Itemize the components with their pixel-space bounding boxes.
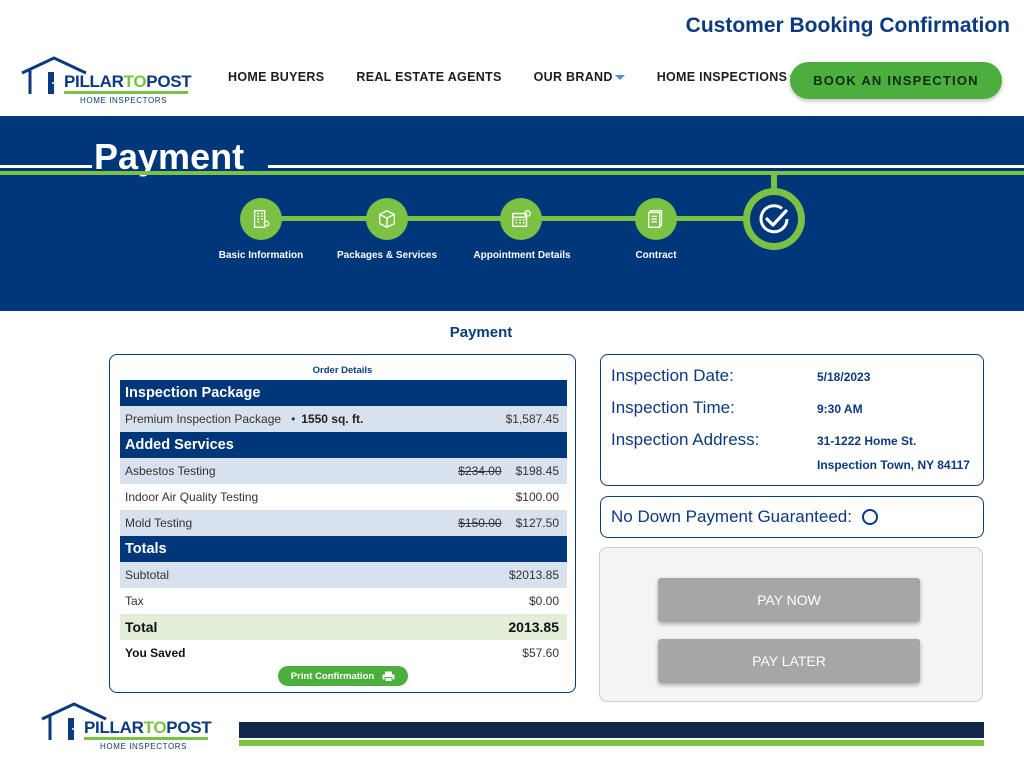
pay-now-button[interactable]: PAY NOW <box>658 578 920 622</box>
totals-header: Totals <box>120 536 567 562</box>
payment-actions-card: PAY NOW PAY LATER <box>599 547 983 702</box>
inspection-address-line1: 31-1222 Home St. <box>817 434 917 448</box>
print-confirmation-label: Print Confirmation <box>290 670 375 682</box>
package-price: $1,587.45 <box>505 412 559 426</box>
service-name: Mold Testing <box>125 516 193 530</box>
service-price: $127.50 <box>515 516 559 530</box>
inspection-address-label: Inspection Address: <box>611 430 760 449</box>
step-payment-inner <box>750 195 798 243</box>
chevron-down-icon <box>614 75 625 81</box>
package-name: Premium Inspection Package <box>125 412 282 426</box>
inspection-time-value: 9:30 AM <box>817 402 863 416</box>
service-original-price: $150.00 <box>458 516 502 530</box>
nav-home-inspections-label: HOME INSPECTIONS <box>656 70 788 84</box>
section-title: Payment <box>449 324 513 341</box>
step-payment-complete <box>743 188 805 250</box>
subtotal-label: Subtotal <box>125 568 170 582</box>
subtotal-value: $2013.85 <box>508 568 559 582</box>
tax-label: Tax <box>125 594 144 608</box>
main-nav: HOME BUYERS REAL ESTATE AGENTS OUR BRAND… <box>228 70 800 84</box>
page-heading: Customer Booking Confirmation <box>685 14 1010 37</box>
tax-value: $0.00 <box>528 594 559 608</box>
service-price: $198.45 <box>515 464 559 478</box>
brand-underline <box>84 737 208 740</box>
subtotal-row: Subtotal $2013.85 <box>120 562 567 588</box>
service-row: Mold Testing $150.00 $127.50 <box>120 510 567 536</box>
nav-our-brand[interactable]: OUR BRAND <box>534 70 625 84</box>
total-row: Total 2013.85 <box>120 614 567 640</box>
calendar-icon <box>512 210 531 228</box>
inspection-address-line2: Inspection Town, NY 84117 <box>817 458 970 472</box>
order-details-title: Order Details <box>312 365 373 376</box>
footer-bar <box>239 722 984 738</box>
you-saved-row: You Saved $57.60 <box>120 640 567 666</box>
brand-underline <box>64 91 188 94</box>
brand-tagline: HOME INSPECTORS <box>80 96 168 105</box>
inspection-time-label: Inspection Time: <box>611 398 735 417</box>
inspection-package-header: Inspection Package <box>120 380 567 406</box>
nav-real-estate-agents[interactable]: REAL ESTATE AGENTS <box>356 70 501 84</box>
print-confirmation-button[interactable]: Print Confirmation <box>278 666 408 686</box>
brand-tagline: HOME INSPECTORS <box>100 742 188 751</box>
service-price: $100.00 <box>515 490 559 504</box>
nav-our-brand-label: OUR BRAND <box>533 70 613 84</box>
booking-confirmation-page: Customer Booking Confirmation PILLARTOPO… <box>0 0 1024 768</box>
step-label-packages-services: Packages & Services <box>336 250 438 261</box>
service-row: Asbestos Testing $234.00 $198.45 <box>120 458 567 484</box>
check-circle-icon <box>759 204 789 234</box>
service-name: Asbestos Testing <box>125 464 216 478</box>
order-details-card: Order Details Inspection Package Premium… <box>109 354 576 693</box>
footer-logo[interactable]: PILLARTOPOST HOME INSPECTORS <box>40 702 212 754</box>
inspection-date-label: Inspection Date: <box>611 366 734 385</box>
book-inspection-button[interactable]: BOOK AN INSPECTION <box>790 62 1002 99</box>
step-label-basic-information: Basic Information <box>218 250 304 261</box>
brand-name: PILLARTOPOST <box>64 72 192 91</box>
printer-icon <box>382 671 395 682</box>
tax-row: Tax $0.00 <box>120 588 567 614</box>
package-row: Premium Inspection Package • 1550 sq. ft… <box>120 406 567 432</box>
step-label-appointment-details: Appointment Details <box>473 250 571 261</box>
totals-header-label: Totals <box>125 541 167 557</box>
total-label: Total <box>125 619 158 635</box>
separator-dot: • <box>291 412 296 426</box>
you-saved-label: You Saved <box>125 646 186 660</box>
service-row: Indoor Air Quality Testing $100.00 <box>120 484 567 510</box>
nav-home-buyers[interactable]: HOME BUYERS <box>228 70 324 84</box>
service-original-price: $234.00 <box>458 464 502 478</box>
service-name: Indoor Air Quality Testing <box>125 490 259 504</box>
step-label-contract: Contract <box>635 250 677 261</box>
nav-home-inspections[interactable]: HOME INSPECTIONS <box>657 70 800 84</box>
brand-name: PILLARTOPOST <box>84 718 212 737</box>
no-down-payment-radio[interactable] <box>861 509 878 525</box>
pay-later-button[interactable]: PAY LATER <box>658 639 920 683</box>
inspection-info-card: Inspection Date: 5/18/2023 Inspection Ti… <box>600 354 984 486</box>
banner-line <box>0 165 92 168</box>
added-services-header-label: Added Services <box>125 437 234 453</box>
you-saved-value: $57.60 <box>522 646 559 660</box>
document-icon <box>647 210 663 228</box>
banner-accent-line <box>0 171 1024 175</box>
package-size: 1550 sq. ft. <box>301 412 364 426</box>
no-down-payment-label: No Down Payment Guaranteed: <box>611 507 852 526</box>
banner-line <box>268 165 1024 168</box>
payment-banner: Payment Basic Information Packages & Ser… <box>0 116 1024 311</box>
step-basic-information[interactable] <box>240 198 282 240</box>
added-services-header: Added Services <box>120 432 567 458</box>
inspection-package-header-label: Inspection Package <box>125 385 261 401</box>
package-box-icon <box>378 209 396 229</box>
inspection-date-value: 5/18/2023 <box>817 370 871 384</box>
footer-accent-bar <box>239 740 984 746</box>
brand-logo[interactable]: PILLARTOPOST HOME INSPECTORS <box>20 56 192 108</box>
no-down-payment-card: No Down Payment Guaranteed: <box>600 496 984 538</box>
building-icon <box>253 210 270 228</box>
total-value: 2013.85 <box>508 619 559 635</box>
step-contract[interactable] <box>635 198 677 240</box>
step-packages-services[interactable] <box>366 198 408 240</box>
step-appointment-details[interactable] <box>500 198 542 240</box>
